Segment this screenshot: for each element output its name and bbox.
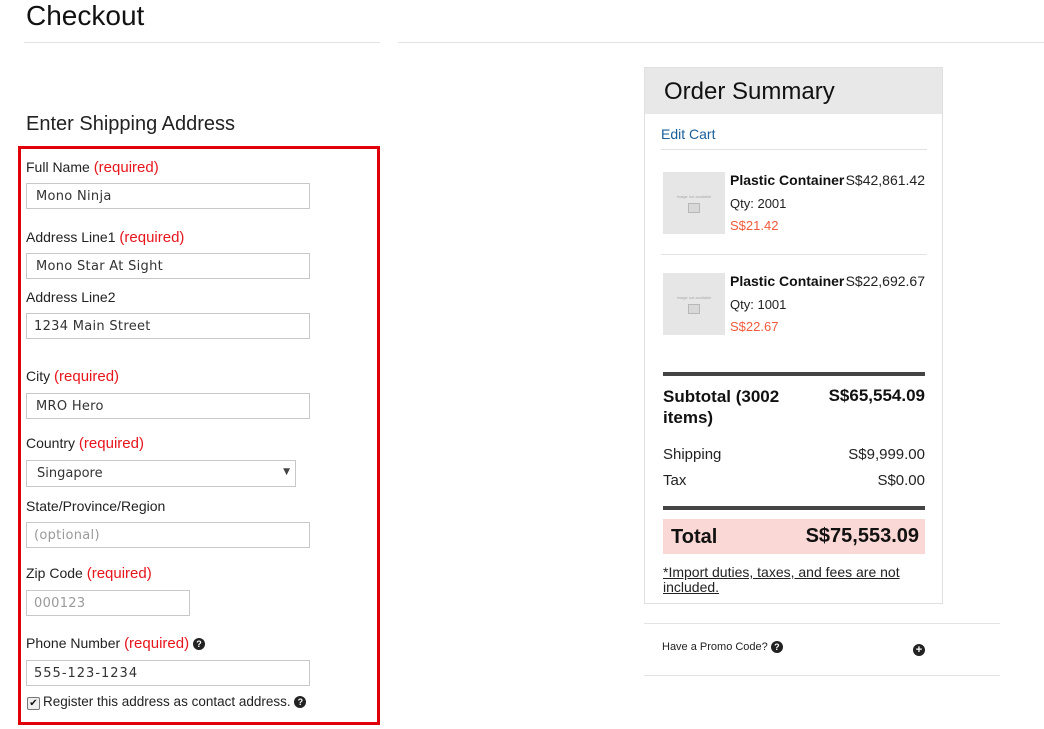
state-input[interactable] [26,522,310,548]
order-summary-title: Order Summary [664,78,835,105]
image-icon [688,303,700,314]
item-unit-price: S$21.42 [730,218,779,233]
page-title: Checkout [26,0,145,31]
shipping-form-highlight: Full Name (required) Address Line1 (requ… [18,146,380,725]
subtotal-value: S$65,554.09 [828,386,925,405]
promo-code-label: Have a Promo Code? [662,641,768,653]
required-marker: (required) [86,565,152,582]
plus-circle-icon[interactable]: + [913,644,925,656]
shipping-label: Shipping [663,446,722,463]
phone-label: Phone Number (required) ? [26,635,205,652]
shipping-section-title: Enter Shipping Address [26,113,236,135]
zip-input[interactable] [26,590,190,616]
required-marker: (required) [93,159,159,176]
item-qty: Qty: 2001 [730,196,786,211]
image-unavailable-text: image not available [676,294,712,300]
subtotal-label: Subtotal (3002 items) [663,387,780,427]
caret-down-icon: ▼ [283,467,290,477]
image-unavailable-text: image not available [676,193,712,199]
address1-input[interactable] [26,253,310,279]
city-label-text: City [26,368,51,384]
item-qty-label: Qty: [730,297,754,312]
address1-label-text: Address Line1 [26,229,116,245]
register-label-text: Register this address as contact address… [43,694,291,709]
country-select[interactable]: Singapore ▼ [26,460,296,487]
promo-divider-bottom [644,675,1000,676]
promo-divider-top [644,623,1000,624]
required-marker: (required) [119,229,185,246]
phone-label-text: Phone Number [26,635,121,651]
required-marker: (required) [78,435,144,452]
address2-label-text: Address Line2 [26,289,116,305]
order-summary-header: Order Summary [645,68,942,114]
full-name-input[interactable] [26,183,310,209]
import-duties-link[interactable]: *Import duties, taxes, and fees are not … [663,565,925,595]
item-qty-value: 1001 [757,297,787,312]
register-checkbox[interactable]: ✔ [27,697,40,710]
item-name: Plastic Container [730,273,845,289]
phone-input[interactable] [26,660,310,686]
city-label: City (required) [26,368,119,385]
total-row: Total S$75,553.09 [663,519,925,554]
summary-divider-thick [663,506,925,510]
item-qty-label: Qty: [730,196,754,211]
order-summary-panel: Order Summary Edit Cart image not availa… [644,67,943,604]
question-circle-icon[interactable]: ? [770,641,783,654]
divider [661,149,927,150]
checkmark-icon: ✔ [29,698,38,709]
total-value: S$75,553.09 [805,525,919,547]
address1-label: Address Line1 (required) [26,229,184,246]
edit-cart-link[interactable]: Edit Cart [661,126,715,142]
city-input[interactable] [26,393,310,419]
item-price: S$42,861.42 [845,172,925,188]
image-icon [688,202,700,213]
country-selected-value: Singapore [37,466,103,481]
full-name-label: Full Name (required) [26,159,159,176]
address2-input[interactable] [26,313,310,339]
item-price: S$22,692.67 [845,273,925,289]
shipping-value: S$9,999.00 [848,446,925,463]
tax-value: S$0.00 [877,472,925,489]
question-circle-icon[interactable]: ? [294,696,307,709]
country-label: Country (required) [26,435,144,452]
item-name: Plastic Container [730,172,845,188]
title-divider-left [24,42,380,43]
state-label: State/Province/Region [26,498,165,514]
required-marker: (required) [124,635,190,652]
summary-divider-thick [663,372,925,376]
item-qty: Qty: 1001 [730,297,786,312]
item-qty-value: 2001 [757,196,787,211]
state-label-text: State/Province/Region [26,498,166,514]
total-label: Total [671,526,718,548]
register-label: Register this address as contact address… [43,694,307,709]
full-name-label-text: Full Name [26,159,90,175]
tax-label: Tax [663,472,687,489]
address2-label: Address Line2 [26,289,116,305]
title-divider-right [398,42,1044,43]
zip-label-text: Zip Code [26,565,83,581]
zip-label: Zip Code (required) [26,565,152,582]
divider [661,254,927,255]
required-marker: (required) [54,368,120,385]
question-circle-icon[interactable]: ? [192,638,205,651]
promo-code-toggle[interactable]: Have a Promo Code? ? [662,641,783,654]
item-unit-price: S$22.67 [730,319,779,334]
product-image-placeholder: image not available [663,273,725,335]
product-image-placeholder: image not available [663,172,725,234]
country-label-text: Country [26,435,76,451]
